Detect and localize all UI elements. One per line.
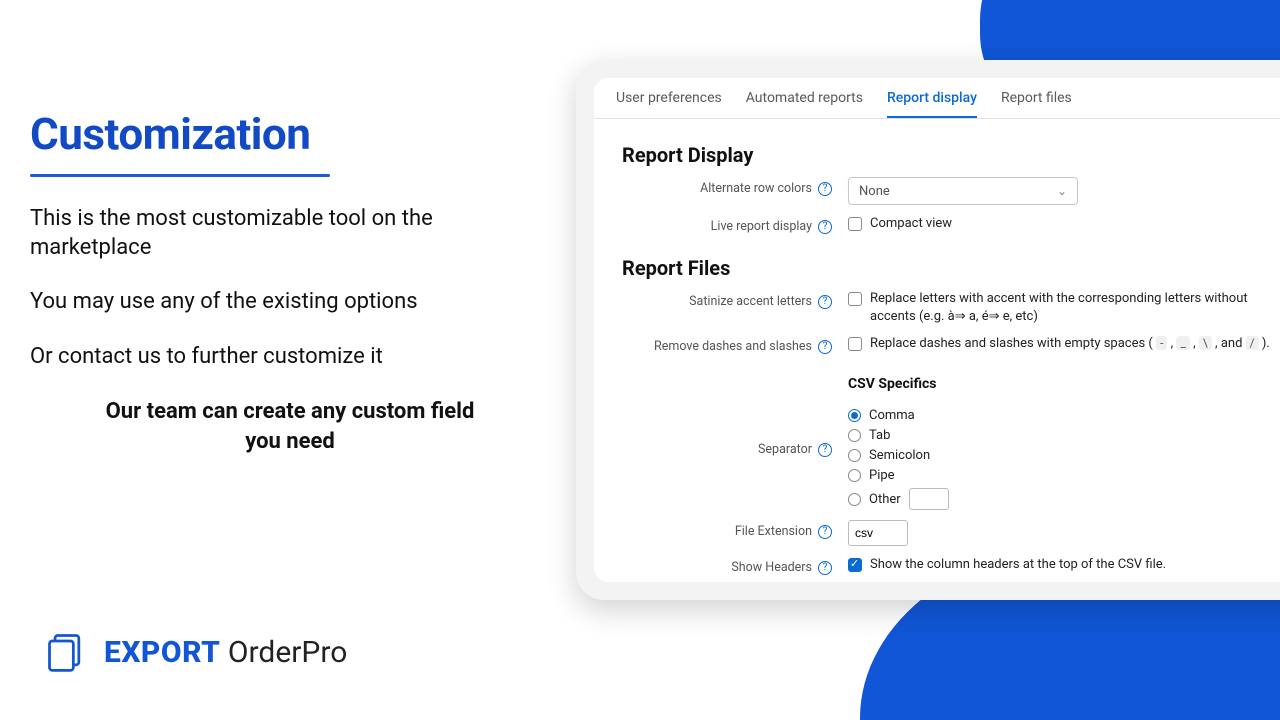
brand-logo-icon xyxy=(44,630,88,674)
csv-specifics-heading: CSV Specifics xyxy=(848,376,1280,392)
row-live-report: Live report display ? Compact view xyxy=(622,215,1280,234)
label-satinize: Satinize accent letters xyxy=(689,294,812,309)
row-remove-dashes: Remove dashes and slashes ? Replace dash… xyxy=(622,335,1280,354)
row-satinize: Satinize accent letters ? Replace letter… xyxy=(622,290,1280,325)
page-root: Customization This is the most customiza… xyxy=(0,0,1280,720)
checkbox-satinize[interactable]: Replace letters with accent with the cor… xyxy=(848,290,1280,325)
brand: EXPORT OrderPro xyxy=(44,630,347,674)
label-remove-dashes: Remove dashes and slashes xyxy=(654,339,812,354)
marketing-line-2: You may use any of the existing options xyxy=(30,288,550,317)
separator-radio-group: Comma Tab Semicolon Pipe Other xyxy=(848,408,1280,510)
separator-other-input[interactable] xyxy=(909,488,949,510)
checkbox-satinize-desc: Replace letters with accent with the cor… xyxy=(870,290,1280,325)
radio-pipe[interactable]: Pipe xyxy=(848,468,1280,483)
checkbox-remove-dashes[interactable]: Replace dashes and slashes with empty sp… xyxy=(848,335,1280,353)
title-underline xyxy=(30,174,330,177)
radio-dot xyxy=(848,449,861,462)
tab-user-preferences[interactable]: User preferences xyxy=(616,90,722,118)
label-separator: Separator xyxy=(758,442,812,457)
tab-automated-reports[interactable]: Automated reports xyxy=(746,90,863,118)
tab-bar: User preferences Automated reports Repor… xyxy=(594,78,1280,119)
device-frame: User preferences Automated reports Repor… xyxy=(576,60,1280,600)
row-show-headers: Show Headers ? Show the column headers a… xyxy=(622,556,1280,575)
label-live-report: Live report display xyxy=(711,219,812,234)
page-title: Customization xyxy=(30,108,550,160)
help-icon[interactable]: ? xyxy=(818,340,832,354)
radio-dot xyxy=(848,409,861,422)
radio-comma[interactable]: Comma xyxy=(848,408,1280,423)
checkbox-compact-view-label: Compact view xyxy=(870,215,952,233)
section-report-display: Report Display xyxy=(622,143,1280,167)
label-show-headers: Show Headers xyxy=(731,560,812,575)
marketing-column: Customization This is the most customiza… xyxy=(30,108,550,483)
radio-dot xyxy=(848,469,861,482)
chevron-down-icon: ⌄ xyxy=(1057,184,1067,198)
help-icon[interactable]: ? xyxy=(818,182,832,196)
tab-report-files[interactable]: Report files xyxy=(1001,90,1072,118)
radio-tab[interactable]: Tab xyxy=(848,428,1280,443)
tab-report-display[interactable]: Report display xyxy=(887,90,977,118)
row-file-extension: File Extension ? xyxy=(622,520,1280,546)
row-csv-heading: CSV Specifics xyxy=(622,368,1280,398)
help-icon[interactable]: ? xyxy=(818,525,832,539)
help-icon[interactable]: ? xyxy=(818,561,832,575)
row-separator: Separator ? Comma Tab Semicolon Pipe Oth… xyxy=(622,408,1280,510)
label-alt-row-colors: Alternate row colors xyxy=(700,181,812,196)
label-file-extension: File Extension xyxy=(735,524,812,539)
brand-name-rest: OrderPro xyxy=(228,635,347,670)
radio-other[interactable]: Other xyxy=(848,488,1280,510)
brand-text: EXPORT OrderPro xyxy=(104,635,347,670)
section-report-files: Report Files xyxy=(622,256,1280,280)
row-alt-row-colors: Alternate row colors ? None ⌄ xyxy=(622,177,1280,205)
help-icon[interactable]: ? xyxy=(818,443,832,457)
radio-semicolon[interactable]: Semicolon xyxy=(848,448,1280,463)
checkbox-compact-view[interactable]: Compact view xyxy=(848,215,1280,233)
help-icon[interactable]: ? xyxy=(818,220,832,234)
marketing-emphasis: Our team can create any custom field you… xyxy=(30,397,550,456)
marketing-line-1: This is the most customizable tool on th… xyxy=(30,205,550,262)
brand-name-strong: EXPORT xyxy=(104,635,220,670)
select-alt-row-colors-value: None xyxy=(859,184,890,199)
settings-body: Report Display Alternate row colors ? No… xyxy=(594,119,1280,582)
checkbox-box xyxy=(848,337,862,351)
help-icon[interactable]: ? xyxy=(818,295,832,309)
checkbox-show-headers[interactable]: Show the column headers at the top of th… xyxy=(848,556,1280,574)
radio-dot xyxy=(848,429,861,442)
checkbox-show-headers-desc: Show the column headers at the top of th… xyxy=(870,556,1166,574)
select-alt-row-colors[interactable]: None ⌄ xyxy=(848,177,1078,205)
checkbox-remove-dashes-desc: Replace dashes and slashes with empty sp… xyxy=(870,335,1270,353)
checkbox-box xyxy=(848,292,862,306)
file-extension-input[interactable] xyxy=(848,520,908,546)
checkbox-box xyxy=(848,217,862,231)
radio-dot xyxy=(848,493,861,506)
app-screen: User preferences Automated reports Repor… xyxy=(594,78,1280,582)
checkbox-box-checked xyxy=(848,558,862,572)
marketing-line-3: Or contact us to further customize it xyxy=(30,343,550,372)
